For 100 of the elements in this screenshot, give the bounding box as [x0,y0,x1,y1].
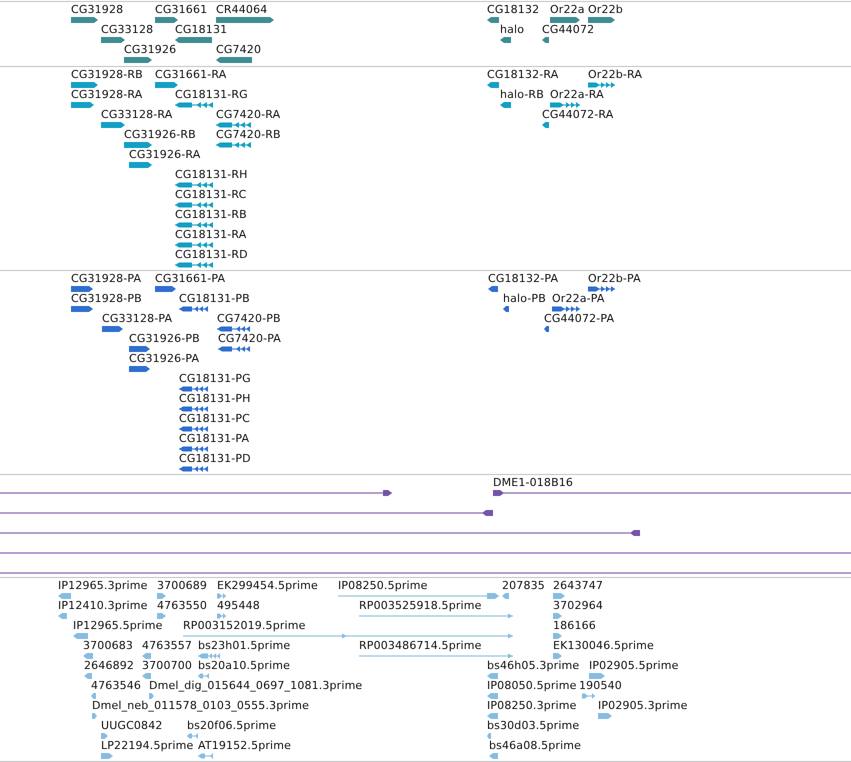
feature-arrow[interactable] [502,593,509,599]
feature-label: bs46a08.5prime [489,739,582,752]
feature-arrow[interactable] [58,613,67,619]
feature-arrow[interactable] [216,57,252,63]
feature-arrow[interactable] [553,633,562,639]
feature-arrow[interactable] [582,693,595,699]
feature-label: 3702964 [553,599,604,612]
feature-arrow[interactable] [550,17,580,23]
feature-arrow[interactable] [71,102,94,108]
feature-arrow[interactable] [487,713,498,719]
feature-arrow[interactable] [157,613,166,619]
feature-arrow[interactable] [83,653,93,659]
feature-arrow[interactable] [71,286,93,292]
feature-arrow[interactable] [589,673,605,679]
feature-arrow[interactable] [73,633,88,639]
feature-arrow[interactable] [129,366,150,372]
feature-arrow[interactable] [500,102,511,108]
feature-arrow[interactable] [124,142,152,148]
feature-arrow[interactable] [500,37,511,43]
feature-arrow[interactable] [175,242,213,248]
feature-arrow[interactable] [92,713,97,719]
feature-arrow[interactable] [149,693,154,699]
feature-arrow[interactable] [544,326,549,332]
feature-arrow[interactable] [179,306,208,312]
feature-arrow[interactable] [198,673,209,679]
feature-arrow[interactable] [175,262,213,268]
feature-arrow[interactable] [124,57,152,63]
feature-arrow[interactable] [487,693,498,699]
feature-line[interactable] [493,490,851,496]
feature-line[interactable] [0,550,851,556]
feature-line[interactable] [0,490,392,496]
feature-arrow[interactable] [588,286,615,292]
feature-arrow[interactable] [487,82,499,88]
feature-label: CG18131-PD [179,452,251,465]
feature-arrow[interactable] [101,733,108,739]
feature-label: IP08250.3prime [487,699,577,712]
feature-arrow[interactable] [553,653,562,659]
feature-arrow[interactable] [58,593,71,599]
feature-arrow[interactable] [487,17,499,23]
feature-arrow[interactable] [129,346,150,352]
feature-arrow[interactable] [598,713,612,719]
feature-arrow[interactable] [155,286,176,292]
feature-arrow[interactable] [187,733,198,739]
feature-arrow[interactable] [487,733,491,739]
feature-arrow[interactable] [179,406,208,412]
feature-arrow[interactable] [553,593,565,599]
feature-arrow[interactable] [488,286,498,292]
feature-arrow[interactable] [217,326,250,332]
feature-arrow[interactable] [71,306,93,312]
feature-arrow[interactable] [175,102,213,108]
feature-arrow[interactable] [542,122,549,128]
feature-arrow[interactable] [102,326,123,332]
feature-label: 3700700 [142,659,192,672]
feature-label: CG31926-PB [129,332,200,345]
feature-arrow[interactable] [179,446,208,452]
feature-label: Dmel_dig_015644_0697_1081.3prime [149,679,362,692]
feature-arrow[interactable] [142,653,151,659]
feature-arrow[interactable] [175,182,213,188]
feature-label: EK299454.5prime [217,579,318,592]
feature-arrow[interactable] [175,222,213,228]
feature-arrow[interactable] [553,613,562,619]
feature-arrow[interactable] [542,37,549,43]
feature-arrow[interactable] [550,102,580,108]
feature-arrow[interactable] [552,306,580,312]
feature-arrow[interactable] [129,162,152,168]
feature-arrow[interactable] [71,17,98,23]
feature-arrow[interactable] [588,17,615,23]
feature-arrow[interactable] [487,673,498,679]
feature-arrow[interactable] [175,37,212,43]
feature-arrow[interactable] [84,673,92,679]
feature-label: CG31926-RA [129,148,200,161]
feature-arrow[interactable] [216,142,251,148]
feature-arrow[interactable] [71,82,98,88]
feature-arrow[interactable] [142,673,151,679]
feature-arrow[interactable] [216,122,251,128]
feature-arrow[interactable] [101,122,125,128]
feature-arrow[interactable] [101,37,125,43]
feature-label: halo-PB [503,292,546,305]
feature-arrow[interactable] [155,17,178,23]
feature-arrow[interactable] [216,17,274,23]
feature-arrow[interactable] [198,753,213,759]
feature-arrow[interactable] [179,426,208,432]
feature-arrow[interactable] [218,346,250,352]
feature-arrow[interactable] [175,202,213,208]
feature-arrow[interactable] [489,753,498,759]
feature-label: 2643747 [553,579,604,592]
feature-arrow[interactable] [217,613,226,619]
feature-arrow[interactable] [157,593,166,599]
feature-arrow[interactable] [101,753,113,759]
feature-line[interactable] [0,570,851,576]
feature-line[interactable] [0,510,493,516]
feature-arrow[interactable] [155,82,178,88]
feature-arrow[interactable] [179,466,208,472]
feature-arrow[interactable] [198,653,220,659]
feature-arrow[interactable] [91,693,96,699]
feature-arrow[interactable] [503,306,509,312]
feature-arrow[interactable] [217,593,226,599]
feature-line[interactable] [0,530,640,536]
feature-arrow[interactable] [179,386,208,392]
feature-arrow[interactable] [588,82,615,88]
